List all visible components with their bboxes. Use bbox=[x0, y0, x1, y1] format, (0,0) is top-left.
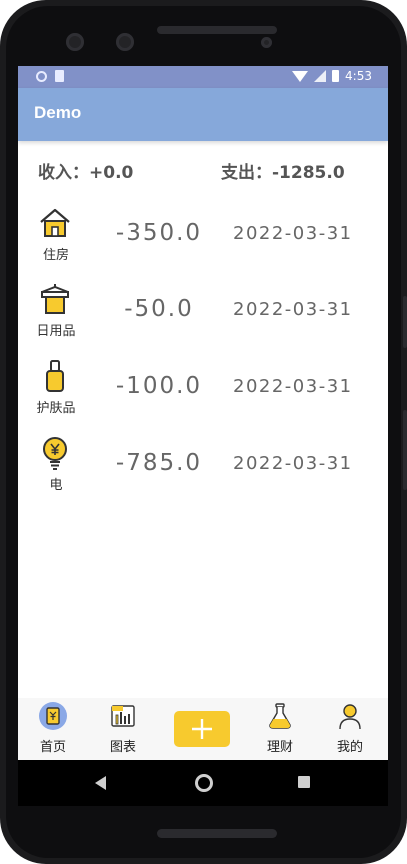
record-amount: -350.0 bbox=[115, 220, 203, 246]
app-screen: 4:53 Demo 收入：+0.0 支出：-1285.0 住房 -350.0 2… bbox=[18, 66, 388, 806]
proximity-sensor bbox=[261, 37, 272, 48]
system-navigation-bar bbox=[18, 760, 388, 806]
record-date: 2022-03-31 bbox=[233, 376, 353, 397]
drying-rack-icon bbox=[41, 284, 69, 314]
status-bar: 4:53 bbox=[18, 66, 388, 88]
record-item[interactable]: 住房 -350.0 2022-03-31 bbox=[18, 206, 388, 276]
house-icon bbox=[40, 208, 70, 237]
record-amount: -100.0 bbox=[115, 373, 203, 399]
recent-apps-icon[interactable] bbox=[298, 776, 310, 788]
nav-mine-label: 我的 bbox=[336, 740, 363, 755]
nav-home-label: 首页 bbox=[39, 740, 66, 755]
record-item[interactable]: 日用品 -50.0 2022-03-31 bbox=[18, 282, 388, 352]
front-camera bbox=[66, 33, 84, 51]
nav-finance-label: 理财 bbox=[266, 740, 293, 755]
lightbulb-yen-icon bbox=[43, 437, 67, 470]
home-icon[interactable] bbox=[195, 774, 213, 792]
bottom-speaker bbox=[157, 829, 277, 838]
wifi-icon bbox=[292, 70, 309, 82]
record-date: 2022-03-31 bbox=[233, 223, 353, 244]
record-item[interactable]: 电 -785.0 2022-03-31 bbox=[18, 436, 388, 506]
record-amount: -785.0 bbox=[115, 450, 203, 476]
record-category: 日用品 bbox=[36, 324, 76, 339]
app-bar: Demo bbox=[18, 88, 388, 141]
volume-button bbox=[403, 410, 407, 490]
earpiece-speaker bbox=[157, 26, 277, 34]
record-amount: -50.0 bbox=[124, 296, 194, 322]
status-time: 4:53 bbox=[345, 69, 372, 83]
user-icon bbox=[339, 704, 361, 730]
cell-signal-icon bbox=[314, 70, 327, 82]
flask-icon bbox=[269, 703, 291, 729]
sim-card-icon bbox=[55, 70, 64, 82]
plus-icon bbox=[192, 719, 212, 739]
record-category: 电 bbox=[49, 478, 63, 493]
nav-mine[interactable]: 我的 bbox=[315, 698, 385, 760]
record-date: 2022-03-31 bbox=[233, 299, 353, 320]
nav-finance[interactable]: 理财 bbox=[245, 698, 315, 760]
bottom-navigation: 首页 图表 理财 我的 bbox=[18, 698, 388, 760]
nav-chart[interactable]: 图表 bbox=[88, 698, 158, 760]
expense-summary: 支出：-1285.0 bbox=[221, 163, 345, 183]
add-record-button[interactable] bbox=[174, 711, 230, 747]
record-category: 住房 bbox=[42, 248, 69, 263]
record-date: 2022-03-31 bbox=[233, 453, 353, 474]
front-sensor bbox=[116, 33, 134, 51]
app-title: Demo bbox=[34, 103, 82, 122]
nav-chart-label: 图表 bbox=[109, 740, 136, 755]
bar-chart-icon bbox=[111, 705, 135, 727]
back-icon[interactable] bbox=[95, 776, 106, 790]
home-wallet-icon bbox=[39, 702, 67, 730]
record-item[interactable]: 护肤品 -100.0 2022-03-31 bbox=[18, 359, 388, 429]
sync-icon bbox=[36, 70, 47, 82]
power-button bbox=[403, 296, 407, 348]
lotion-bottle-icon bbox=[46, 360, 64, 392]
battery-icon bbox=[332, 70, 340, 82]
nav-home[interactable]: 首页 bbox=[18, 698, 88, 760]
record-category: 护肤品 bbox=[36, 401, 76, 416]
income-summary: 收入：+0.0 bbox=[38, 163, 134, 183]
